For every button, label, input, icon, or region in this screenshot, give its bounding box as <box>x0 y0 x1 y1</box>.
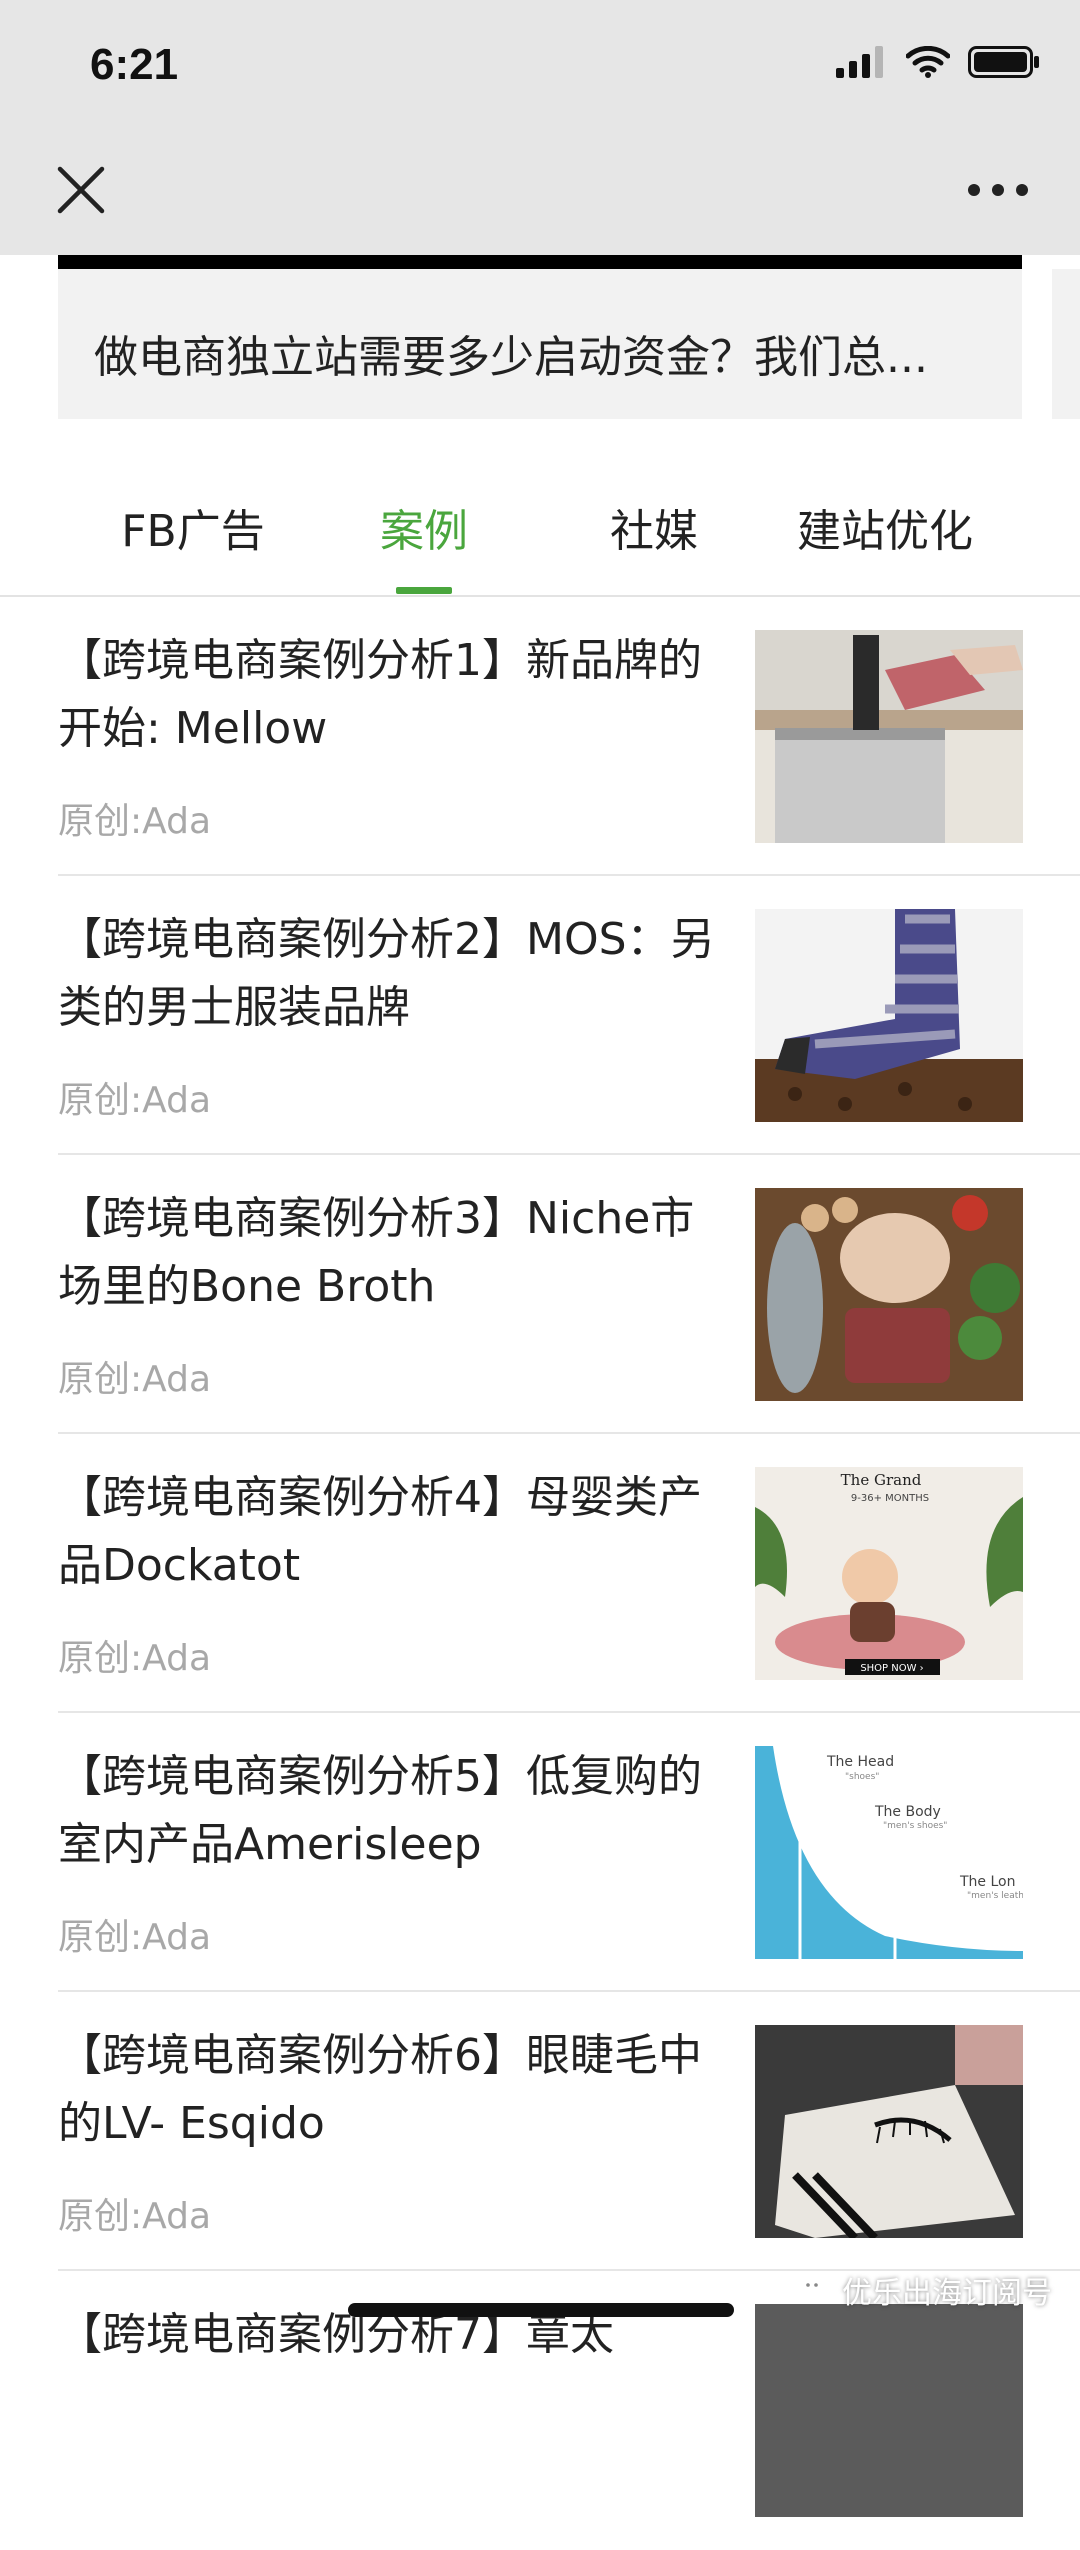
article-thumbnail <box>755 2304 1023 2517</box>
article-item[interactable]: 【跨境电商案例分析4】母婴类产品Dockatot 原创:Ada The Gran… <box>0 1434 1080 1713</box>
thumb-age-range: 9-36+ MONTHS <box>851 1493 929 1504</box>
tab-fb-ads[interactable]: FB广告 <box>121 495 265 559</box>
status-time: 6:21 <box>90 40 179 89</box>
thumb-head-sub: "shoes" <box>845 1772 879 1782</box>
tab-cases[interactable]: 案例 <box>380 495 468 559</box>
tab-site-optimization[interactable]: 建站优化 <box>797 495 973 559</box>
article-title: 【跨境电商案例分析1】新品牌的开始: Mellow <box>58 635 702 754</box>
thumb-body-label: The Body <box>874 1804 941 1820</box>
article-source: 原创:Ada <box>58 1638 212 1679</box>
article-item[interactable]: 【跨境电商案例分析6】眼睫毛中的LV- Esqido 原创:Ada <box>0 1992 1080 2271</box>
more-button[interactable] <box>966 175 1030 205</box>
wechat-icon <box>799 2277 833 2303</box>
next-featured-card-edge[interactable] <box>1052 269 1080 419</box>
featured-article-title: 做电商独立站需要多少启动资金？我们总... <box>94 332 928 383</box>
article-item[interactable]: 【跨境电商案例分析2】MOS：另类的男士服装品牌 原创:Ada <box>0 876 1080 1155</box>
thumb-shop-now: SHOP NOW › <box>860 1663 923 1674</box>
article-item[interactable]: 【跨境电商案例分析5】低复购的室内产品Amerisleep 原创:Ada The… <box>0 1713 1080 1992</box>
article-title: 【跨境电商案例分析3】Niche市场里的Bone Broth <box>58 1193 695 1312</box>
category-tabs: FB广告 案例 社媒 建站优化 <box>0 455 1080 595</box>
article-title: 【跨境电商案例分析5】低复购的室内产品Amerisleep <box>58 1751 702 1870</box>
active-tab-indicator <box>396 587 452 594</box>
article-thumbnail <box>755 1188 1023 1401</box>
article-source: 原创:Ada <box>58 801 212 842</box>
featured-article-card[interactable]: 做电商独立站需要多少启动资金？我们总... <box>58 269 1022 419</box>
article-thumbnail <box>755 2025 1023 2238</box>
article-source: 原创:Ada <box>58 2196 212 2237</box>
thumb-body-sub: "men's shoes" <box>883 1821 947 1831</box>
close-icon <box>57 166 105 214</box>
wifi-icon <box>906 46 950 78</box>
close-button[interactable] <box>52 161 110 219</box>
article-title: 【跨境电商案例分析6】眼睫毛中的LV- Esqido <box>58 2030 702 2149</box>
article-item[interactable]: 【跨境电商案例分析3】Niche市场里的Bone Broth 原创:Ada <box>0 1155 1080 1434</box>
status-icons <box>836 46 1040 78</box>
watermark-text: 优乐出海订阅号 <box>842 2276 1052 2311</box>
article-thumbnail <box>755 909 1023 1122</box>
article-thumbnail <box>755 630 1023 843</box>
article-title: 【跨境电商案例分析4】母婴类产品Dockatot <box>58 1472 702 1591</box>
more-dots-icon <box>968 184 1028 196</box>
article-title: 【跨境电商案例分析2】MOS：另类的男士服装品牌 <box>58 914 715 1033</box>
article-thumbnail: The Grand 9-36+ MONTHS SHOP NOW › <box>755 1467 1023 1680</box>
thumb-head-label: The Head <box>826 1754 894 1770</box>
article-thumbnail: The Head "shoes" The Body "men's shoes" … <box>755 1746 1023 1959</box>
account-watermark: 优乐出海订阅号 <box>798 2268 1052 2312</box>
tab-social-media[interactable]: 社媒 <box>610 495 698 559</box>
home-indicator[interactable] <box>348 2303 734 2317</box>
article-item[interactable]: 【跨境电商案例分析1】新品牌的开始: Mellow 原创:Ada <box>0 597 1080 876</box>
nav-bar <box>0 135 1080 255</box>
status-bar: 6:21 <box>0 0 1080 135</box>
thumb-brand-heading: The Grand <box>841 1471 922 1489</box>
battery-icon <box>968 46 1039 78</box>
thumb-long-label: The Lon <box>959 1874 1015 1890</box>
cellular-signal-icon <box>836 46 883 78</box>
article-source: 原创:Ada <box>58 1359 212 1400</box>
thumb-long-sub: "men's leathe <box>967 1891 1023 1901</box>
article-source: 原创:Ada <box>58 1080 212 1121</box>
article-source: 原创:Ada <box>58 1917 212 1958</box>
article-list: 【跨境电商案例分析1】新品牌的开始: Mellow 原创:Ada 【跨境电商案例… <box>0 597 1080 2550</box>
banner-image-edge <box>58 255 1022 269</box>
